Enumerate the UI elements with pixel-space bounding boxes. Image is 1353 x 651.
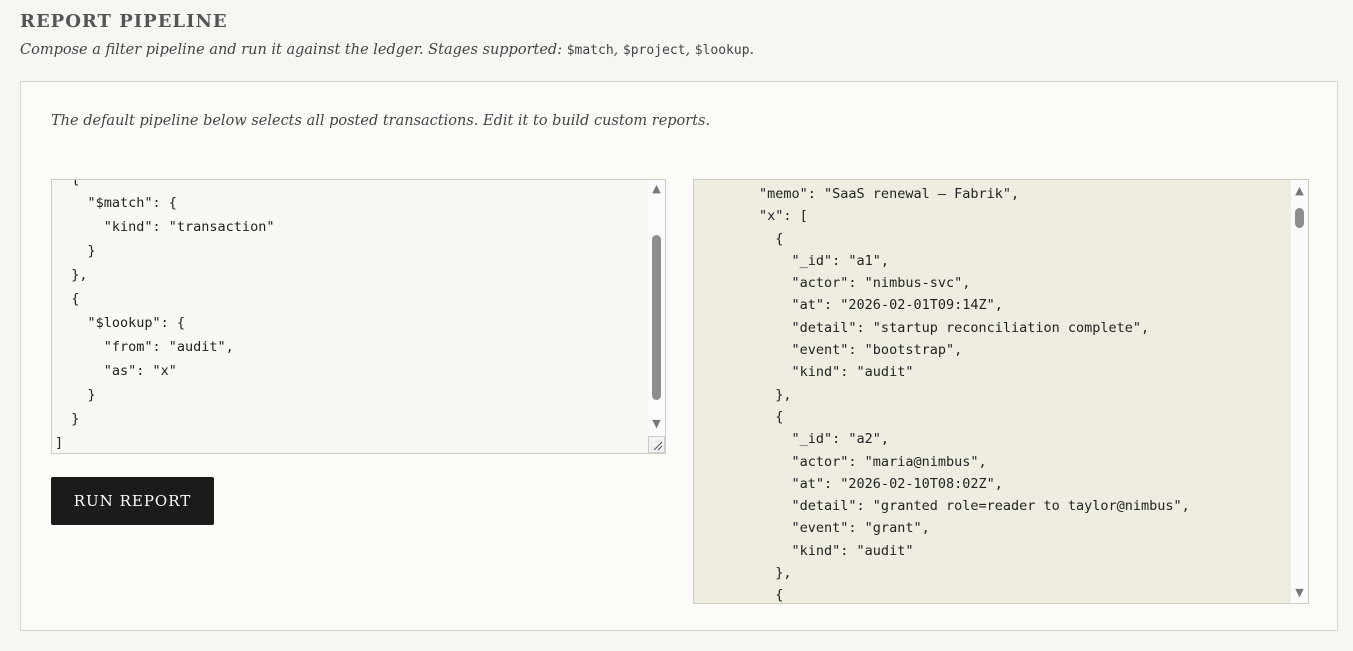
- report-output-text: "memo": "SaaS renewal — Fabrik", "x": [ …: [759, 186, 1190, 604]
- panel-description: The default pipeline below selects all p…: [51, 113, 711, 129]
- editor-scrollbar[interactable]: ▲ ▼: [648, 180, 665, 453]
- scroll-up-arrow-icon[interactable]: ▲: [648, 180, 665, 197]
- stage-lookup-code: $lookup: [694, 43, 750, 58]
- stage-match-code: $match: [566, 43, 614, 58]
- pipeline-editor-text[interactable]: { "$match": { "kind": "transaction" } },…: [55, 180, 274, 453]
- scroll-up-arrow-icon[interactable]: ▲: [1291, 182, 1308, 199]
- editor-scroll-thumb[interactable]: [652, 235, 661, 400]
- scroll-down-arrow-icon[interactable]: ▼: [1291, 584, 1308, 601]
- pipeline-panel: The default pipeline below selects all p…: [20, 81, 1338, 631]
- stage-project-code: $project: [622, 43, 686, 58]
- subtitle-period: .: [749, 42, 755, 58]
- output-scroll-thumb[interactable]: [1295, 208, 1304, 228]
- output-scrollbar[interactable]: ▲ ▼: [1291, 180, 1308, 603]
- page-subtitle: Compose a filter pipeline and run it aga…: [20, 42, 754, 58]
- subtitle-separator: ,: [685, 42, 695, 58]
- subtitle-separator: ,: [613, 42, 623, 58]
- subtitle-text: Compose a filter pipeline and run it aga…: [20, 42, 567, 58]
- pipeline-editor[interactable]: { "$match": { "kind": "transaction" } },…: [51, 179, 666, 454]
- run-report-button[interactable]: RUN REPORT: [51, 477, 214, 525]
- page-title: REPORT PIPELINE: [20, 11, 228, 32]
- report-output[interactable]: "memo": "SaaS renewal — Fabrik", "x": [ …: [693, 179, 1309, 604]
- resize-grip-icon[interactable]: [648, 436, 665, 453]
- scroll-down-arrow-icon[interactable]: ▼: [648, 415, 665, 432]
